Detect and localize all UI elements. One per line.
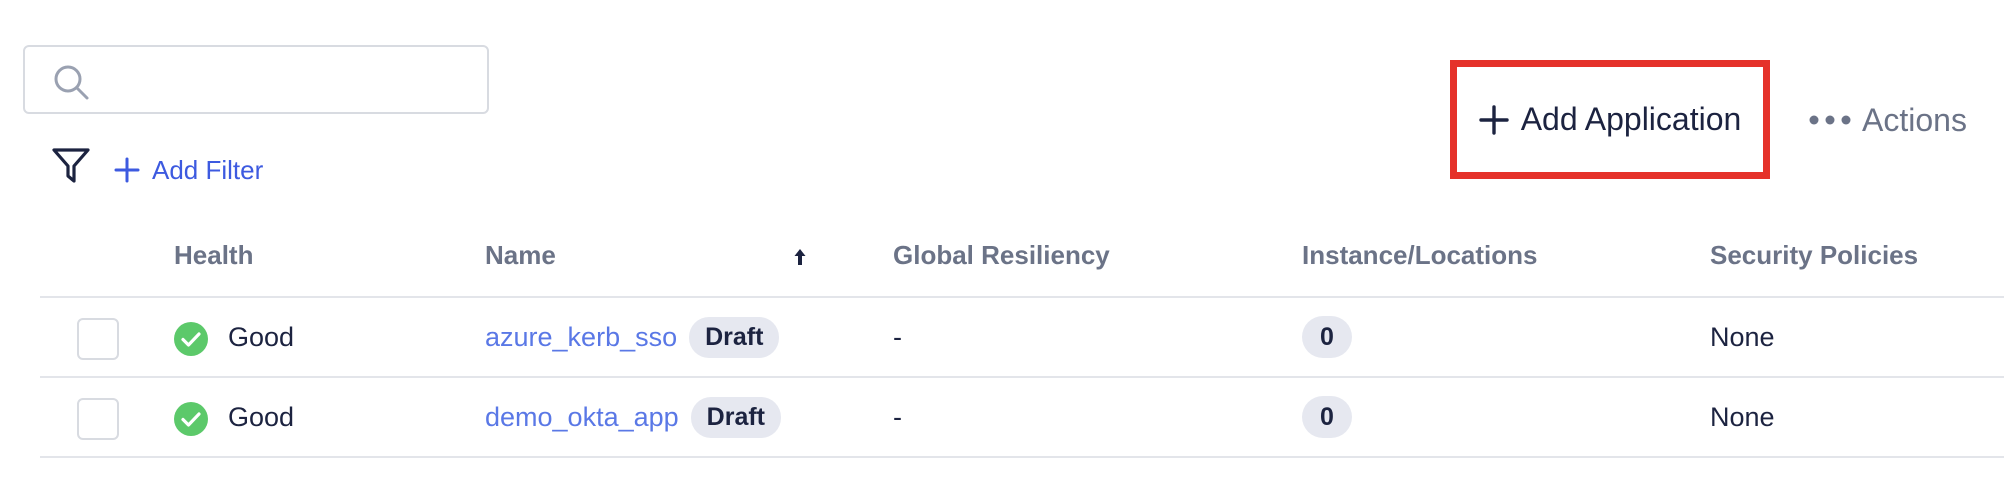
column-header-instance-locations[interactable]: Instance/Locations: [1302, 240, 1538, 271]
plus-icon: [114, 157, 140, 183]
row-divider: [40, 456, 2004, 458]
sort-ascending-icon[interactable]: [793, 248, 807, 266]
check-circle-icon: [174, 402, 208, 436]
health-status: Good: [228, 402, 295, 432]
add-application-label: Add Application: [1520, 101, 1742, 137]
name-cell: demo_okta_app Draft: [485, 394, 781, 440]
health-status: Good: [228, 322, 295, 352]
add-application-button[interactable]: Add Application: [1450, 60, 1770, 179]
security-policies-value: None: [1710, 322, 1775, 352]
status-badge: Draft: [690, 396, 781, 438]
application-name-link[interactable]: azure_kerb_sso: [485, 322, 677, 353]
application-name-link[interactable]: demo_okta_app: [485, 402, 679, 433]
instance-count-badge[interactable]: 0: [1302, 396, 1352, 438]
column-header-name[interactable]: Name: [485, 240, 556, 271]
search-box[interactable]: [23, 45, 489, 114]
add-filter-button[interactable]: Add Filter: [114, 150, 263, 190]
check-circle-icon: [174, 322, 208, 356]
table-row[interactable]: Good azure_kerb_sso Draft - 0 None: [0, 298, 2004, 376]
plus-icon: [1478, 104, 1509, 135]
search-icon: [54, 65, 89, 100]
actions-label: Actions: [1862, 101, 1967, 138]
status-badge: Draft: [689, 316, 780, 358]
column-header-health[interactable]: Health: [174, 240, 253, 271]
filter-icon[interactable]: [50, 145, 92, 187]
global-resiliency-value: -: [893, 322, 902, 352]
security-policies-value: None: [1710, 402, 1775, 432]
column-header-security-policies[interactable]: Security Policies: [1710, 240, 1918, 271]
row-checkbox[interactable]: [77, 318, 119, 360]
table-row[interactable]: Good demo_okta_app Draft - 0 None: [0, 378, 2004, 456]
row-checkbox[interactable]: [77, 398, 119, 440]
search-input[interactable]: [105, 57, 479, 105]
global-resiliency-value: -: [893, 402, 902, 432]
instance-count-badge[interactable]: 0: [1302, 316, 1352, 358]
more-horizontal-icon: [1809, 115, 1851, 125]
actions-menu-button[interactable]: Actions: [1808, 98, 1967, 142]
add-filter-label: Add Filter: [152, 154, 264, 185]
name-cell: azure_kerb_sso Draft: [485, 314, 780, 360]
column-header-global-resiliency[interactable]: Global Resiliency: [893, 240, 1110, 271]
